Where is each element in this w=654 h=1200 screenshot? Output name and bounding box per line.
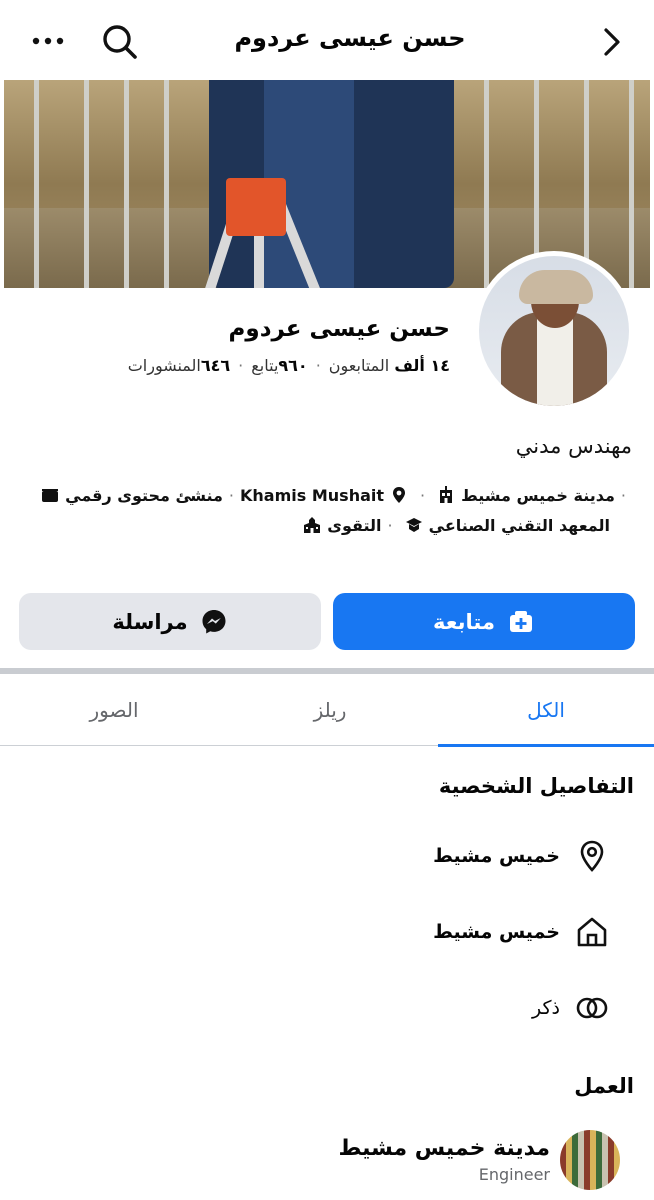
building-flag-icon [440,486,453,503]
page-title: حسن عيسى عردوم [234,24,466,52]
info-row-location[interactable]: خميس مشيط [433,834,610,878]
info-hometown-text: خميس مشيط [433,921,560,943]
separator-dot: · [420,485,426,505]
separator-dot: · [228,485,235,505]
clapperboard-icon [42,489,59,502]
follow-button[interactable]: متابعة [333,593,635,650]
followers-count: ١٤ ألف [394,356,450,375]
work-title: العمل [574,1074,634,1098]
work-text: مدينة خميس مشيط Engineer [339,1136,550,1184]
detail-education-label: المعهد التقني الصناعي [428,515,610,535]
detail-city-label: مدينة خميس مشيط [461,485,615,505]
detail-location-label: Khamis Mushait [240,485,385,505]
graduation-cap-icon [405,518,422,532]
fence-post [124,80,129,288]
separator-dot: · [238,356,244,375]
avatar[interactable] [474,251,634,411]
info-location-text: خميس مشيط [433,845,560,867]
home-icon [577,917,607,947]
message-button[interactable]: مراسلة [19,593,321,650]
info-gender-text: ذكر [532,997,560,1019]
followers-stat[interactable]: ١٤ ألف المتابعون [329,356,450,375]
posts-stat[interactable]: ٦٤٦المنشورات [128,356,230,375]
location-pin-icon [580,840,604,872]
separator-dot: · [620,485,626,505]
detail-school[interactable]: التقوى [297,515,382,535]
follow-plus-icon [509,610,532,632]
tripod-head [226,178,286,236]
work-place: مدينة خميس مشيط [338,1136,550,1161]
back-button[interactable] [596,24,628,60]
follow-button-label: متابعة [433,609,495,634]
info-row-gender[interactable]: ذكر [532,986,610,1030]
avatar-shirt [537,318,573,406]
avatar-scarf [519,270,593,304]
top-bar: حسن عيسى عردوم [0,0,654,80]
search-button[interactable] [100,22,140,62]
personal-details-title: التفاصيل الشخصية [438,774,634,798]
work-role: Engineer [478,1165,550,1184]
profile-bio: مهندس مدني [515,434,632,458]
school-building-icon [304,517,321,533]
avatar-photo [479,256,629,406]
detail-location[interactable]: Khamis Mushait [240,486,414,505]
gender-circles-icon [576,997,608,1019]
work-item[interactable]: مدينة خميس مشيط Engineer [339,1130,620,1190]
profile-details: · مدينة خميس مشيط · Khamis Mushait · منش… [12,480,632,540]
detail-city[interactable]: مدينة خميس مشيط [431,486,615,505]
profile-stats: ١٤ ألف المتابعون · ٩٦٠يتابع · ٦٤٦المنشورات [128,356,450,375]
more-options-button[interactable] [28,26,68,56]
profile-page: حسن عيسى عردوم حسن عيسى عردوم ١٤ ألف الم… [0,0,654,1200]
fence-post [84,80,89,288]
detail-school-label: التقوى [327,515,382,535]
work-thumbnail [560,1130,620,1190]
search-icon [103,25,137,59]
tab-all[interactable]: الكل [438,674,654,747]
fence-post [629,80,634,288]
fence-post [164,80,169,288]
separator-dot: · [387,515,393,535]
followers-label: المتابعون [328,356,390,375]
fence-post [484,80,489,288]
fence-post [34,80,39,288]
tab-photos[interactable]: الصور [6,674,222,746]
detail-category-label: منشئ محتوى رقمي [65,485,223,505]
posts-count: ٦٤٦ [200,356,231,375]
more-dots-icon [32,37,64,45]
following-label: يتابع [251,356,279,375]
detail-education[interactable]: المعهد التقني الصناعي [399,516,610,535]
detail-category[interactable]: منشئ محتوى رقمي [35,486,223,505]
messenger-icon [202,609,226,633]
tab-reels[interactable]: ريلز [222,674,438,746]
message-button-label: مراسلة [112,609,188,634]
details-row: المعهد التقني الصناعي · التقوى [12,510,632,540]
posts-label: المنشورات [127,356,201,375]
profile-tabs: الكل ريلز الصور [0,674,654,747]
separator-dot: · [315,356,321,375]
info-row-hometown[interactable]: خميس مشيط [433,910,610,954]
following-count: ٩٦٠ [278,356,308,375]
chevron-right-icon [604,28,620,56]
location-pin-icon [393,487,406,503]
profile-name: حسن عيسى عردوم [228,316,450,342]
following-stat[interactable]: ٩٦٠يتابع [251,356,307,375]
details-row: · مدينة خميس مشيط · Khamis Mushait · منش… [12,480,632,510]
